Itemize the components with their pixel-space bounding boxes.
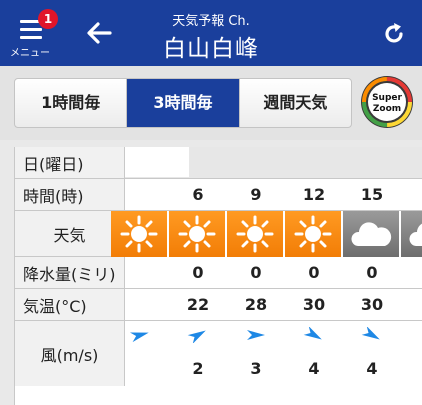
tab-hourly[interactable]: 1時間毎 xyxy=(15,79,128,127)
time-cell xyxy=(111,179,169,210)
weather-cell xyxy=(169,211,227,257)
time-cell: 6 xyxy=(192,185,204,204)
channel-subtitle: 天気予報 Ch. xyxy=(172,14,250,29)
superzoom-line2: Zoom xyxy=(373,104,401,114)
temp-cell: 30 xyxy=(302,295,326,314)
weather-cell xyxy=(111,211,169,257)
date-cell xyxy=(125,147,189,177)
sun-icon xyxy=(294,215,332,253)
precip-cell: 0 xyxy=(192,263,204,282)
cloud-icon xyxy=(351,222,392,246)
wind-speed: 2 xyxy=(192,359,204,378)
precip-cell xyxy=(111,257,169,288)
row-label-wind: 風(m/s) xyxy=(15,321,125,386)
wind-cell: 4 xyxy=(401,321,422,386)
row-label-date: 日(曜日) xyxy=(15,147,125,178)
time-cell: 12 xyxy=(302,185,326,204)
sun-icon xyxy=(178,215,216,253)
wind-arrow-icon xyxy=(303,327,322,340)
page-title: 白山白峰 xyxy=(163,36,259,62)
row-label-precip: 降水量(ミリ) xyxy=(15,257,125,288)
row-label-temp: 気温(°C) xyxy=(15,289,125,320)
wind-arrow-icon xyxy=(187,330,206,343)
time-cell: 1 xyxy=(401,179,422,210)
precip-row: 降水量(ミリ) 0 0 0 0 0 xyxy=(15,257,422,289)
date-row: 日(曜日) xyxy=(15,147,422,179)
refresh-button[interactable] xyxy=(380,20,408,48)
weather-cell xyxy=(285,211,343,257)
temp-cell: 28 xyxy=(244,295,268,314)
wind-speed: 4 xyxy=(308,359,320,378)
row-label-weather: 天気 xyxy=(15,211,125,256)
wind-cell: 4 xyxy=(343,321,401,386)
wind-cell: 4 xyxy=(285,321,343,386)
superzoom-line1: Super xyxy=(372,93,402,103)
weather-cell xyxy=(343,211,401,257)
tab-bar: 1時間毎 3時間毎 週間天気 Super Zoom xyxy=(0,66,422,140)
precip-cell: 0 xyxy=(308,263,320,282)
precip-cell: 0 xyxy=(366,263,378,282)
tab-weekly[interactable]: 週間天気 xyxy=(240,79,351,127)
forecast-table: 日(曜日) 時間(時) 6 9 12 15 1 天気 降水量(ミリ) 0 0 0… xyxy=(14,147,422,405)
wind-row: 風(m/s) 2 3 4 4 4 xyxy=(15,321,422,386)
sun-icon xyxy=(120,215,158,253)
wind-arrow-icon xyxy=(247,330,265,340)
temp-cell xyxy=(111,289,169,320)
refresh-icon xyxy=(385,23,403,43)
wind-cell xyxy=(111,321,169,386)
wind-speed: 3 xyxy=(250,359,262,378)
sun-icon xyxy=(236,215,274,253)
cloud-icon xyxy=(409,223,422,246)
precip-cell: 0 xyxy=(401,257,422,288)
time-cell: 9 xyxy=(250,185,262,204)
superzoom-button[interactable]: Super Zoom xyxy=(360,75,414,129)
tab-3-hourly[interactable]: 3時間毎 xyxy=(127,79,240,127)
wind-arrow-icon xyxy=(361,327,380,340)
row-label-time: 時間(時) xyxy=(15,179,125,210)
wind-cell: 3 xyxy=(227,321,285,386)
weather-cell xyxy=(227,211,285,257)
wind-speed: 4 xyxy=(366,359,378,378)
temp-cell: 22 xyxy=(186,295,210,314)
wind-arrow-icon xyxy=(130,332,149,343)
time-row: 時間(時) 6 9 12 15 1 xyxy=(15,179,422,211)
superzoom-icon: Super Zoom xyxy=(361,76,413,128)
wind-cell: 2 xyxy=(169,321,227,386)
app-header: 1 メニュー 天気予報 Ch. 白山白峰 xyxy=(0,0,422,66)
time-cell: 15 xyxy=(360,185,384,204)
weather-cell xyxy=(401,211,422,257)
precip-cell: 0 xyxy=(250,263,262,282)
temp-row: 気温(°C) 22 28 30 30 2 xyxy=(15,289,422,321)
temp-cell: 30 xyxy=(360,295,384,314)
weather-row: 天気 xyxy=(15,211,422,257)
temp-cell: 2 xyxy=(401,289,422,320)
forecast-tabs: 1時間毎 3時間毎 週間天気 xyxy=(14,78,352,128)
